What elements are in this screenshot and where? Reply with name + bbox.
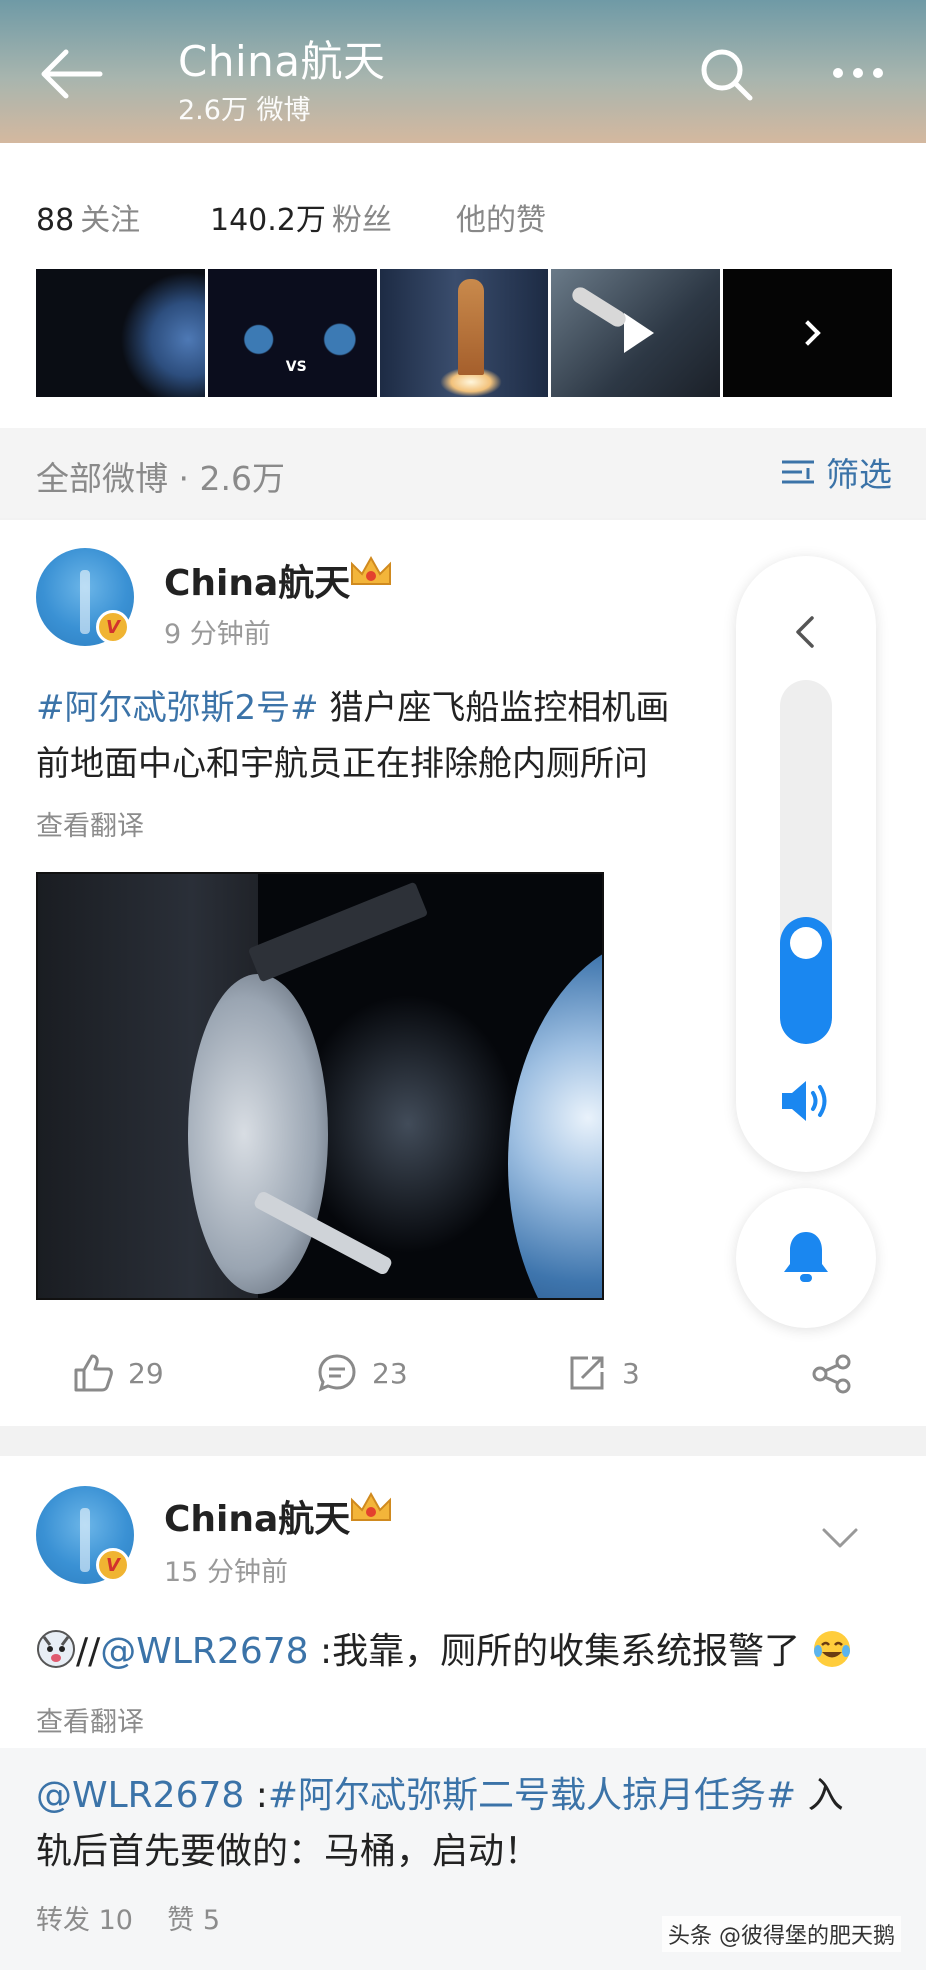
media-thumbnail-strip: VS — [36, 269, 892, 397]
topic-link[interactable]: #阿尔忒弥斯二号载人掠月任务# — [268, 1775, 796, 1816]
more-icon — [833, 68, 883, 78]
repost-separator: : — [244, 1775, 268, 1816]
following-count: 88 — [36, 203, 75, 238]
back-button[interactable] — [36, 44, 108, 104]
solar-array — [247, 881, 429, 983]
media-thumbnail-video[interactable] — [551, 269, 721, 397]
media-thumbnail[interactable]: VS — [207, 269, 377, 397]
followers-count: 140.2万 — [210, 203, 326, 238]
watermark: 头条 @彼得堡的肥天鹅 — [662, 1916, 901, 1952]
mention-link[interactable]: @WLR2678 — [100, 1631, 308, 1672]
post-author[interactable]: China航天 — [164, 1490, 350, 1542]
likes-label: 他的赞 — [456, 203, 546, 238]
share-icon — [812, 1354, 851, 1394]
earth — [508, 934, 602, 1298]
verified-badge-icon: V — [96, 610, 130, 644]
crown-badge-icon — [351, 1491, 391, 1521]
post-text: #阿尔忒弥斯2号# 猎户座飞船监控相机画 前地面中心和宇航员正在排除舱内厕所问 — [36, 680, 736, 792]
search-icon — [701, 49, 753, 101]
filter-icon — [782, 460, 814, 484]
like-button[interactable]: 29 — [72, 1352, 164, 1394]
search-button[interactable] — [698, 46, 754, 102]
volume-slider[interactable] — [780, 680, 832, 1044]
chevron-down-icon — [822, 1528, 858, 1548]
repost-count: 3 — [622, 1356, 640, 1390]
post-menu-button[interactable] — [820, 1518, 860, 1558]
comment-icon — [318, 1354, 356, 1392]
reposted-text-b: 轨后首先要做的：马桶，启动！ — [36, 1831, 541, 1872]
topic-link[interactable]: #阿尔忒弥斯2号# — [36, 688, 319, 728]
post-time: 9 分钟前 — [164, 619, 271, 650]
profile-header: China航天 2.6万 微博 — [0, 0, 926, 143]
comment-button[interactable]: 23 — [316, 1352, 408, 1394]
verified-badge-icon: V — [96, 1548, 130, 1582]
post-time: 15 分钟前 — [164, 1557, 288, 1588]
following-label: 关注 — [80, 203, 141, 238]
arrow-left-icon — [41, 49, 103, 99]
vs-label: VS — [285, 359, 307, 375]
comment-count: 23 — [372, 1356, 408, 1390]
translate-link[interactable]: 查看翻译 — [36, 804, 144, 843]
media-thumbnail[interactable] — [379, 269, 549, 397]
husky-emoji-icon — [37, 1630, 75, 1668]
translate-link[interactable]: 查看翻译 — [36, 1700, 144, 1739]
weibo-post: V China航天 15 分钟前 //@WLR2678 :我靠，厕所的收集系统报… — [0, 1456, 926, 1970]
post-text-body: :我靠，厕所的收集系统报警了 — [308, 1631, 801, 1672]
post-image[interactable] — [36, 872, 604, 1300]
filter-button[interactable]: 筛选 — [780, 450, 892, 494]
feed-filter-bar: 全部微博 · 2.6万 筛选 — [0, 428, 926, 518]
crown-badge-icon — [351, 555, 391, 585]
more-button[interactable] — [830, 58, 886, 88]
chevron-right-icon — [794, 320, 821, 346]
bell-icon — [784, 1232, 828, 1282]
chevron-left-icon — [796, 616, 814, 648]
spacecraft-capsule — [188, 974, 328, 1294]
profile-name: China航天 — [178, 37, 386, 86]
post-author[interactable]: China航天 — [164, 554, 350, 606]
thumbs-up-icon — [74, 1354, 113, 1392]
repost-icon — [570, 1356, 604, 1390]
followers-stat[interactable]: 140.2万 粉丝 — [210, 195, 392, 239]
notification-button[interactable] — [736, 1188, 876, 1328]
post-count: 2.6万 微博 — [178, 95, 311, 126]
mention-link[interactable]: @WLR2678 — [36, 1775, 244, 1816]
share-button[interactable] — [810, 1352, 854, 1396]
like-count: 29 — [128, 1356, 164, 1390]
likes-stat[interactable]: 他的赞 — [456, 195, 546, 239]
laugh-cry-emoji-icon — [813, 1631, 850, 1667]
media-thumbnail[interactable] — [36, 269, 205, 397]
media-thumbnail-more[interactable] — [723, 269, 892, 397]
post-text-line2: 前地面中心和宇航员正在排除舱内厕所问 — [36, 744, 648, 784]
profile-stats-card: 88 关注 140.2万 粉丝 他的赞 VS — [0, 143, 926, 428]
volume-collapse-button[interactable] — [782, 608, 830, 656]
following-stat[interactable]: 88 关注 — [36, 195, 140, 239]
feed-count-label: 全部微博 · 2.6万 — [36, 459, 285, 498]
volume-panel — [736, 556, 876, 1172]
followers-label: 粉丝 — [331, 203, 392, 238]
post-actions: 29 23 3 — [0, 1340, 926, 1410]
reposted-text-a: 入 — [796, 1775, 844, 1816]
reposted-content[interactable]: @WLR2678 :#阿尔忒弥斯二号载人掠月任务# 入 轨后首先要做的：马桶，启… — [0, 1748, 926, 1970]
reposted-meta: 转发 10 赞 5 — [36, 1905, 221, 1936]
light-glow — [298, 994, 518, 1254]
reposted-text: @WLR2678 :#阿尔忒弥斯二号载人掠月任务# 入 轨后首先要做的：马桶，启… — [36, 1768, 844, 1880]
repost-button[interactable]: 3 — [566, 1352, 640, 1394]
volume-level-fill — [780, 917, 832, 1044]
play-icon — [623, 313, 654, 353]
speaker-icon — [782, 1081, 827, 1121]
repost-prefix: // — [76, 1631, 101, 1672]
volume-slider-thumb[interactable] — [790, 927, 822, 959]
volume-button[interactable] — [778, 1076, 836, 1126]
post-text: //@WLR2678 :我靠，厕所的收集系统报警了 — [36, 1624, 916, 1680]
post-text-line1: 猎户座飞船监控相机画 — [318, 688, 670, 728]
filter-label: 筛选 — [826, 455, 892, 494]
